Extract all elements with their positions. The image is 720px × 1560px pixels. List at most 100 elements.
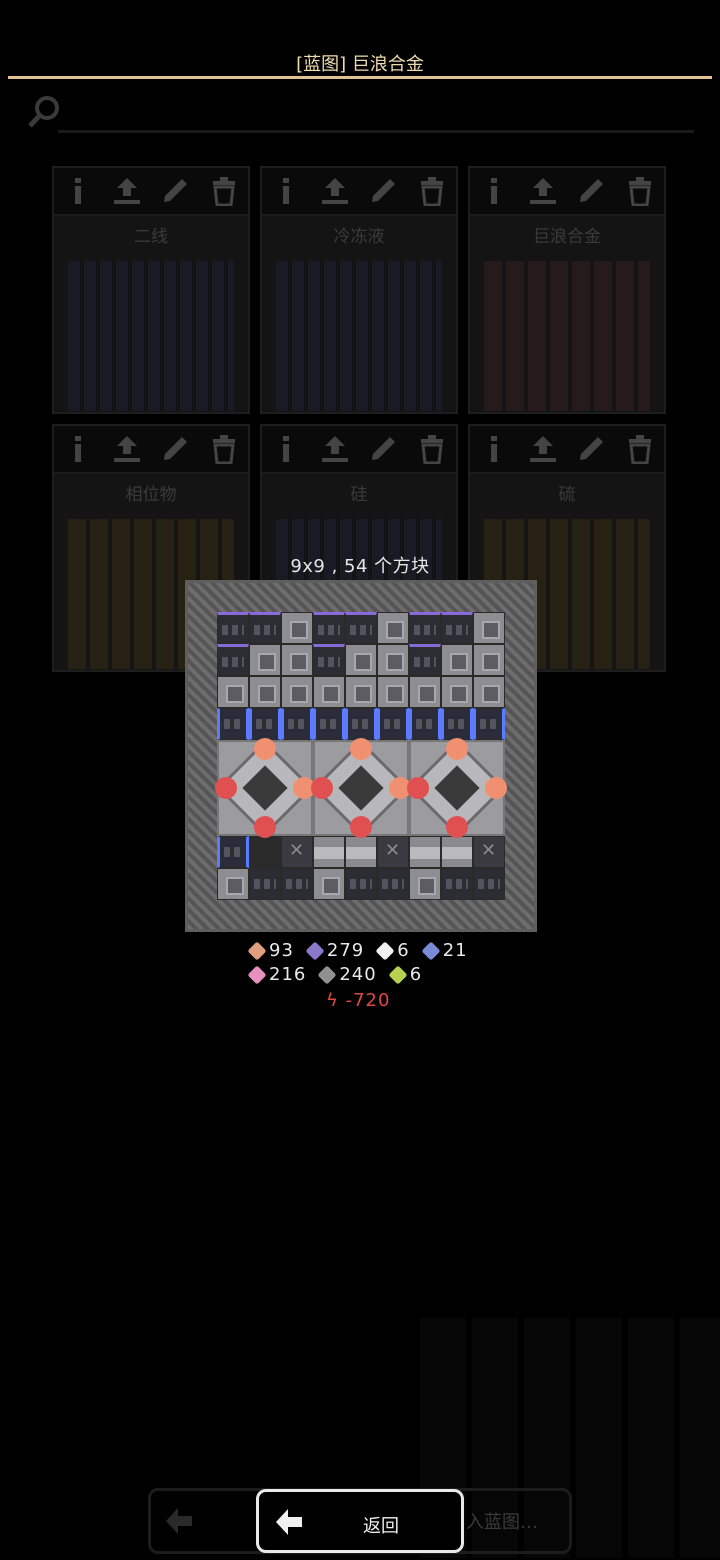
block-cell [345, 676, 377, 708]
block-cell [249, 868, 281, 900]
blueprint-card[interactable]: 冷冻液 [260, 166, 458, 414]
resource-cost: 240 [317, 964, 377, 985]
block-cell [249, 644, 281, 676]
resource-cost: 6 [388, 964, 422, 985]
block-cell [409, 868, 441, 900]
upload-icon[interactable] [318, 174, 352, 208]
block-cell [473, 644, 505, 676]
trash-icon[interactable] [623, 174, 657, 208]
card-toolbar [54, 168, 248, 216]
blueprint-thumbnail [484, 261, 650, 411]
edit-icon[interactable] [574, 174, 608, 208]
block-cell [345, 708, 377, 740]
gray-ore-icon [317, 964, 337, 985]
block-cell [441, 708, 473, 740]
block-cell [441, 868, 473, 900]
block-cell [281, 868, 313, 900]
cost-row: 216 240 6 [247, 964, 430, 985]
upload-icon[interactable] [110, 432, 144, 466]
block-cell [473, 836, 505, 868]
block-cell [473, 612, 505, 644]
power-consumption: ϟ -720 [326, 990, 390, 1011]
info-icon[interactable] [61, 174, 95, 208]
back-button[interactable]: 返回 [256, 1489, 464, 1553]
block-cell [377, 676, 409, 708]
info-icon[interactable] [477, 432, 511, 466]
blueprint-card[interactable]: 巨浪合金 [468, 166, 666, 414]
block-cell [377, 708, 409, 740]
resource-cost: 6 [375, 940, 409, 961]
upload-icon[interactable] [318, 432, 352, 466]
blueprint-name: 相位物 [125, 485, 177, 505]
blueprint-name: 硅 [350, 485, 368, 505]
blueprint-preview [185, 580, 537, 932]
resource-cost: 216 [247, 964, 307, 985]
edit-icon[interactable] [574, 432, 608, 466]
resource-cost: 279 [305, 940, 365, 961]
trash-icon[interactable] [623, 432, 657, 466]
copper-ore-icon [247, 940, 267, 961]
edit-icon[interactable] [158, 432, 192, 466]
block-cell [281, 676, 313, 708]
block-cell [281, 708, 313, 740]
card-toolbar [470, 426, 664, 474]
edit-icon[interactable] [158, 174, 192, 208]
block-cell [473, 676, 505, 708]
info-icon[interactable] [61, 432, 95, 466]
upload-icon[interactable] [110, 174, 144, 208]
block-cell [217, 708, 249, 740]
blueprint-card[interactable]: 二线 [52, 166, 250, 414]
block-cell [217, 644, 249, 676]
trash-icon[interactable] [415, 174, 449, 208]
trash-icon[interactable] [207, 432, 241, 466]
card-toolbar [470, 168, 664, 216]
resource-amount: 216 [269, 964, 307, 985]
blueprint-grid-preview [215, 612, 507, 900]
resource-amount: 279 [326, 940, 365, 961]
info-icon[interactable] [477, 174, 511, 208]
green-gem-icon [388, 964, 408, 985]
info-icon[interactable] [269, 174, 303, 208]
block-cell [377, 612, 409, 644]
back-button-label: 返回 [363, 1516, 399, 1537]
trash-icon[interactable] [207, 174, 241, 208]
upload-icon[interactable] [526, 174, 560, 208]
block-cell [249, 676, 281, 708]
upload-icon[interactable] [526, 432, 560, 466]
block-cell [345, 836, 377, 868]
block-cell [377, 836, 409, 868]
edit-icon[interactable] [366, 174, 400, 208]
blueprint-thumbnail [68, 261, 234, 411]
alloy-smelter-icon [215, 738, 315, 838]
import-blueprint-label[interactable]: 入蓝图… [466, 1508, 538, 1534]
block-cell [313, 644, 345, 676]
block-cell [313, 676, 345, 708]
search-icon[interactable] [26, 94, 62, 130]
block-cell [217, 836, 249, 868]
title-divider [8, 76, 712, 79]
cost-row: 93 279 6 21 [247, 940, 476, 961]
block-cell [249, 708, 281, 740]
block-cell [473, 708, 505, 740]
block-cell [409, 836, 441, 868]
block-cell [313, 836, 345, 868]
resource-amount: 21 [442, 940, 468, 961]
block-cell [409, 708, 441, 740]
block-cell [441, 612, 473, 644]
block-cell [377, 644, 409, 676]
block-cell [313, 708, 345, 740]
edit-icon[interactable] [366, 432, 400, 466]
block-cell [409, 612, 441, 644]
trash-icon[interactable] [415, 432, 449, 466]
block-cell [473, 868, 505, 900]
block-cell [313, 868, 345, 900]
resource-amount: 240 [339, 964, 377, 985]
block-cell [313, 612, 345, 644]
arrow-left-icon[interactable] [162, 1504, 196, 1538]
power-value: -720 [345, 990, 391, 1011]
info-icon[interactable] [269, 432, 303, 466]
block-cell [249, 612, 281, 644]
alloy-smelter-icon [311, 738, 411, 838]
card-toolbar [54, 426, 248, 474]
block-cell [345, 868, 377, 900]
